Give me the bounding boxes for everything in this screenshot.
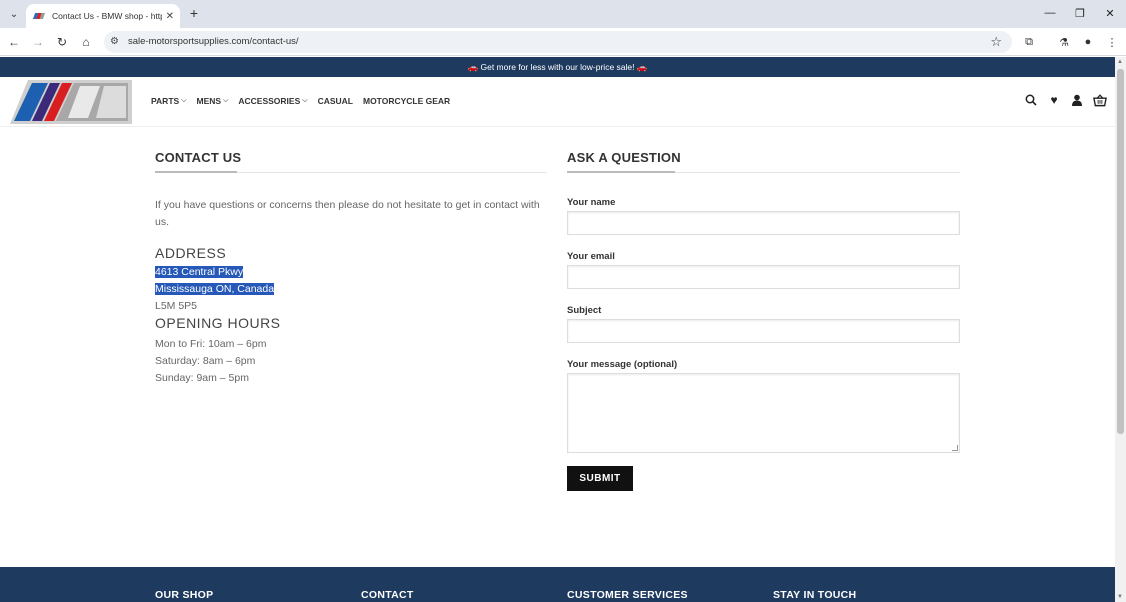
site-footer: OUR SHOP CONTACT CUSTOMER SERVICES STAY … xyxy=(0,567,1115,602)
browser-toolbar: ← → ↻ ⌂ ⚙ sale-motorsportsupplies.com/co… xyxy=(0,28,1126,56)
site-info-icon[interactable]: ⚙ xyxy=(110,36,119,47)
bookmark-star-icon[interactable]: ☆ xyxy=(990,34,1002,50)
favicon-icon xyxy=(32,13,46,19)
address-block: 4613 Central Pkwy Mississauga ON, Canada… xyxy=(155,264,547,315)
tab-title: Contact Us - BMW shop - https xyxy=(52,11,162,21)
opening-hours-list: Mon to Fri: 10am – 6pm Saturday: 8am – 6… xyxy=(155,336,547,387)
address-line-street: 4613 Central Pkwy xyxy=(155,266,244,278)
scroll-thumb[interactable] xyxy=(1117,69,1124,434)
browser-tab[interactable]: Contact Us - BMW shop - https ✕ xyxy=(26,4,180,28)
nav-motorcycle-gear[interactable]: MOTORCYCLE GEAR xyxy=(363,96,450,106)
question-form-column: ASK A QUESTION Your name Your email Subj… xyxy=(567,150,960,491)
name-label: Your name xyxy=(567,197,616,208)
ask-question-heading: ASK A QUESTION xyxy=(567,150,960,173)
hours-saturday: Saturday: 8am – 6pm xyxy=(155,355,256,367)
cart-basket-icon[interactable] xyxy=(1093,93,1107,107)
home-icon[interactable]: ⌂ xyxy=(78,34,94,50)
footer-heading-our-shop: OUR SHOP xyxy=(155,589,214,601)
tab-search-chevron-icon[interactable]: ⌄ xyxy=(5,5,23,23)
subject-label: Subject xyxy=(567,305,602,316)
back-arrow-icon[interactable]: ← xyxy=(6,34,22,50)
resize-handle-icon[interactable] xyxy=(952,445,958,451)
nav-label: PARTS xyxy=(151,96,180,106)
footer-heading-contact: CONTACT xyxy=(361,589,414,601)
browser-tab-bar: ⌄ Contact Us - BMW shop - https ✕ + — ❐ … xyxy=(0,0,1126,28)
nav-label: CASUAL xyxy=(317,96,353,106)
restore-icon[interactable]: ❐ xyxy=(1071,5,1089,21)
nav-casual[interactable]: CASUAL xyxy=(318,96,353,106)
address-heading: ADDRESS xyxy=(155,245,227,261)
forward-arrow-icon[interactable]: → xyxy=(30,34,46,50)
url-text[interactable]: sale-motorsportsupplies.com/contact-us/ xyxy=(128,36,299,47)
main-navigation: PARTS ⌵ MENS ⌵ ACCESSORIES ⌵ CASUAL MOTORCY… xyxy=(151,96,450,106)
address-bar[interactable]: ⚙ sale-motorsportsupplies.com/contact-us… xyxy=(104,31,1012,53)
brand-logo[interactable] xyxy=(10,80,132,124)
nav-parts[interactable]: PARTS ⌵ xyxy=(151,96,187,106)
address-line-city: Mississauga ON, Canada xyxy=(155,283,275,295)
footer-heading-customer-services: CUSTOMER SERVICES xyxy=(567,589,688,601)
scroll-down-arrow-icon[interactable]: ▼ xyxy=(1117,594,1123,600)
more-menu-icon[interactable]: ⋮ xyxy=(1104,34,1120,50)
site-header: PARTS ⌵ MENS ⌵ ACCESSORIES ⌵ CASUAL MOTORCY… xyxy=(0,77,1115,127)
chevron-down-icon: ⌵ xyxy=(302,97,308,104)
header-icons: ♥ xyxy=(1024,93,1107,107)
close-window-icon[interactable]: ✕ xyxy=(1101,5,1119,21)
subject-field[interactable] xyxy=(567,319,960,343)
message-textarea[interactable] xyxy=(567,373,960,453)
profile-avatar-icon[interactable]: ● xyxy=(1080,34,1096,50)
chevron-down-icon: ⌵ xyxy=(181,97,187,104)
hours-weekdays: Mon to Fri: 10am – 6pm xyxy=(155,338,267,350)
tab-close-icon[interactable]: ✕ xyxy=(166,11,174,22)
nav-label: ACCESSORIES xyxy=(238,96,301,106)
contact-us-heading: CONTACT US xyxy=(155,150,547,173)
search-icon[interactable] xyxy=(1024,93,1038,107)
submit-button[interactable]: SUBMIT xyxy=(567,466,633,491)
email-label: Your email xyxy=(567,251,615,262)
chevron-down-icon: ⌵ xyxy=(223,97,229,104)
address-line-postal: L5M 5P5 xyxy=(155,300,198,312)
message-label: Your message (optional) xyxy=(567,359,678,370)
email-field[interactable] xyxy=(567,265,960,289)
opening-hours-heading: OPENING HOURS xyxy=(155,315,281,331)
nav-mens[interactable]: MENS ⌵ xyxy=(197,96,229,106)
nav-label: MENS xyxy=(196,96,222,106)
minimize-icon[interactable]: — xyxy=(1041,5,1059,21)
contact-intro-text: If you have questions or concerns then p… xyxy=(155,199,540,228)
promo-banner: 🚗 Get more for less with our low-price s… xyxy=(0,57,1115,77)
contact-info-column: CONTACT US If you have questions or conc… xyxy=(155,150,547,387)
reload-icon[interactable]: ↻ xyxy=(54,34,70,50)
labs-flask-icon[interactable]: ⚗ xyxy=(1056,34,1072,50)
new-tab-plus-icon[interactable]: + xyxy=(186,5,202,21)
scroll-up-arrow-icon[interactable]: ▲ xyxy=(1117,59,1123,65)
account-user-icon[interactable] xyxy=(1070,93,1084,107)
nav-label: MOTORCYCLE GEAR xyxy=(362,96,451,106)
page-viewport: 🚗 Get more for less with our low-price s… xyxy=(0,57,1115,602)
hours-sunday: Sunday: 9am – 5pm xyxy=(155,372,249,384)
nav-accessories[interactable]: ACCESSORIES ⌵ xyxy=(238,96,307,106)
name-field[interactable] xyxy=(567,211,960,235)
wishlist-heart-icon[interactable]: ♥ xyxy=(1047,93,1061,107)
extensions-icon[interactable]: ⧉ xyxy=(1021,34,1037,50)
footer-heading-stay-in-touch: STAY IN TOUCH xyxy=(773,589,857,601)
page-scrollbar[interactable]: ▲ ▼ xyxy=(1115,57,1126,602)
